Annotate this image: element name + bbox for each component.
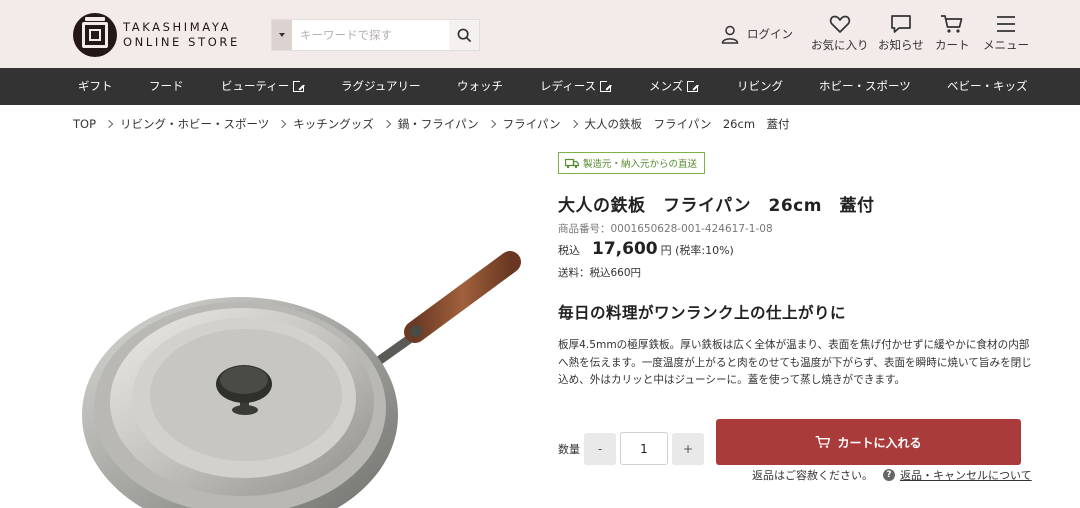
add-to-cart-button[interactable]: カートに入れる (716, 419, 1021, 465)
caret-down-icon (279, 33, 285, 37)
heart-icon (829, 15, 850, 33)
user-icon (721, 25, 739, 44)
breadcrumb-current: 大人の鉄板 フライパン 26cm 蓋付 (584, 117, 790, 131)
nav-item-luxury[interactable]: ラグジュアリー (341, 68, 420, 105)
add-to-cart-label: カートに入れる (837, 435, 922, 450)
external-link-icon (687, 80, 700, 92)
search-input[interactable] (292, 20, 449, 50)
login-label: ログイン (747, 27, 793, 41)
chevron-right-icon (569, 119, 578, 129)
price-tax-label: 税込 (558, 244, 580, 257)
favorites-link[interactable]: お気に入り (811, 14, 869, 53)
speech-bubble-icon (891, 15, 911, 33)
favorites-label: お気に入り (811, 38, 869, 52)
badge-label: 製造元・納入元からの直送 (583, 159, 698, 170)
nav-item-ladies[interactable]: レディース (540, 68, 613, 105)
product-item-number: 商品番号：0001650628-001-424617-1-08 (558, 223, 773, 235)
nav-item-living[interactable]: リビング (737, 68, 783, 105)
chevron-right-icon (278, 119, 287, 129)
direct-shipping-badge: 製造元・納入元からの直送 (558, 152, 706, 174)
logo-text: TAKASHIMAYA ONLINE STORE (123, 20, 240, 50)
nav-item-food[interactable]: フード (149, 68, 184, 105)
quantity-input[interactable] (620, 432, 668, 465)
truck-icon (565, 158, 579, 168)
nav-item-gift[interactable]: ギフト (78, 68, 113, 105)
price-value: 17,600 (592, 239, 658, 259)
site-header: TAKASHIMAYA ONLINE STORE ログイン お気に入り お知らせ… (0, 0, 1080, 68)
return-note: 返品はご容赦ください。 (752, 469, 873, 482)
search-category-dropdown[interactable] (272, 20, 292, 50)
category-nav: ギフト フード ビューティー ラグジュアリー ウォッチ レディース メンズ リビ… (0, 68, 1080, 105)
cart-icon (816, 435, 831, 448)
breadcrumb: TOP リビング・ホビー・スポーツ キッチングッズ 鍋・フライパン フライパン … (73, 116, 790, 132)
product-image (82, 251, 521, 508)
site-logo[interactable]: TAKASHIMAYA ONLINE STORE (73, 13, 240, 57)
logo-line-1: TAKASHIMAYA (123, 20, 232, 34)
search-button[interactable] (449, 20, 479, 50)
hamburger-icon (997, 16, 1015, 32)
menu-link[interactable]: メニュー (983, 14, 1029, 53)
login-link[interactable]: ログイン (720, 24, 793, 44)
nav-item-baby-kids[interactable]: ベビー・キッズ (947, 68, 1028, 105)
quantity-label: 数量 (558, 443, 580, 456)
product-title: 大人の鉄板 フライパン 26cm 蓋付 (558, 196, 875, 216)
product-description: 板厚4.5mmの極厚鉄板。厚い鉄板は広く全体が温まり、表面を焦げ付かせずに緩やか… (558, 339, 1032, 386)
nav-item-beauty[interactable]: ビューティー (221, 68, 306, 105)
question-circle-icon: ? (883, 469, 895, 481)
chevron-right-icon (382, 119, 392, 129)
external-link-icon (600, 80, 613, 92)
notifications-label: お知らせ (878, 38, 924, 52)
cart-icon (941, 15, 963, 33)
breadcrumb-kitchen-goods[interactable]: キッチングッズ (293, 116, 374, 132)
breadcrumb-pots-pans[interactable]: 鍋・フライパン (398, 116, 479, 132)
cart-label: カート (935, 38, 970, 52)
breadcrumb-living-hobby-sports[interactable]: リビング・ホビー・スポーツ (120, 116, 269, 132)
breadcrumb-top[interactable]: TOP (73, 117, 96, 131)
product-headline: 毎日の料理がワンランク上の仕上がりに (558, 304, 847, 322)
logo-line-2: ONLINE STORE (123, 35, 240, 49)
price-row: 税込 17,600 円 (税率:10%) (558, 239, 734, 259)
return-policy-row: 返品はご容赦ください。 ? 返品・キャンセルについて (752, 467, 1032, 483)
return-policy-link[interactable]: 返品・キャンセルについて (900, 467, 1032, 483)
price-unit: 円 (税率:10%) (660, 244, 734, 257)
quantity-decrease-button[interactable]: - (584, 433, 616, 465)
search-icon (457, 28, 471, 42)
menu-label: メニュー (983, 38, 1029, 52)
breadcrumb-frying-pan[interactable]: フライパン (503, 116, 561, 132)
nav-item-mens[interactable]: メンズ (649, 68, 700, 105)
chevron-right-icon (104, 119, 114, 129)
quantity-increase-button[interactable]: + (672, 433, 704, 465)
chevron-right-icon (487, 119, 496, 129)
cart-link[interactable]: カート (935, 14, 970, 53)
search-bar (271, 19, 480, 51)
shipping-fee: 送料：税込660円 (558, 267, 642, 279)
logo-mark-icon (73, 13, 117, 57)
nav-item-hobby-sports[interactable]: ホビー・スポーツ (819, 68, 911, 105)
nav-item-watch[interactable]: ウォッチ (457, 68, 503, 105)
external-link-icon (293, 80, 306, 92)
notifications-link[interactable]: お知らせ (878, 14, 924, 53)
